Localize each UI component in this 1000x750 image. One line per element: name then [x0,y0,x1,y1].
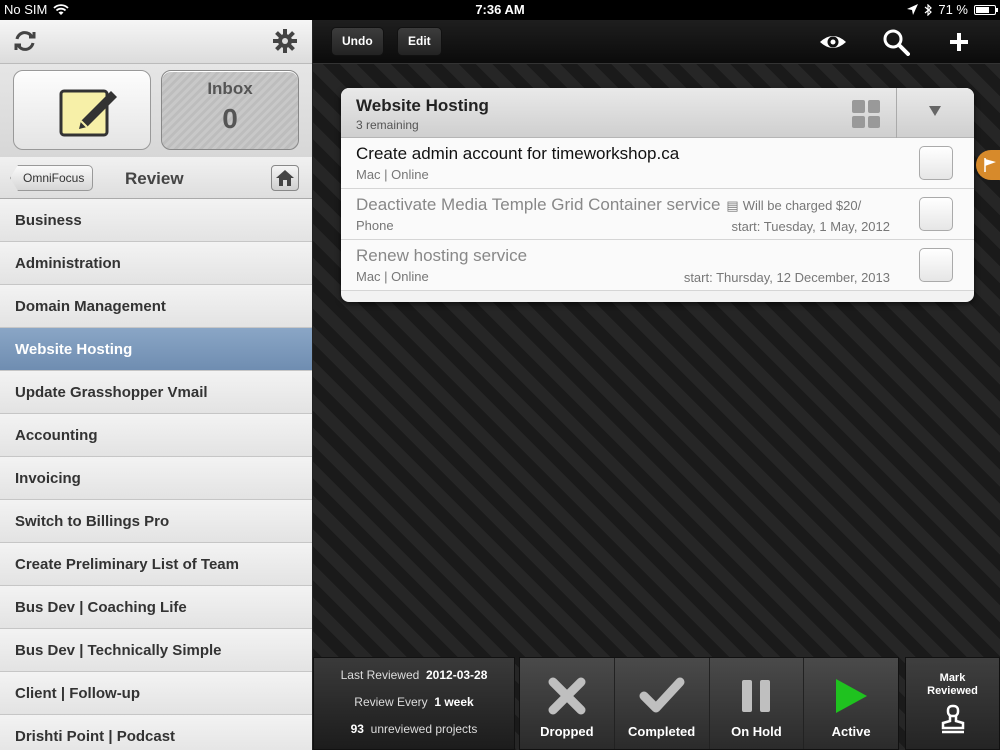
clock: 7:36 AM [475,2,525,17]
checkmark-icon [639,677,685,713]
play-icon [836,679,868,713]
completed-label: Completed [628,724,696,739]
sidebar-item[interactable]: Update Grasshopper Vmail [0,371,312,414]
task-note: Will be charged $20/ [742,198,862,213]
unreviewed-count: 93 [350,722,364,736]
sidebar-item[interactable]: Bus Dev | Coaching Life [0,586,312,629]
flag-icon [984,158,996,172]
task-context: Mac | Online [356,269,429,284]
dropped-button[interactable]: Dropped [520,658,615,749]
unreviewed-label: unreviewed projects [370,722,478,736]
note-icon: ▤ [726,198,739,213]
project-card: Website Hosting 3 remaining Create admin… [341,88,974,302]
sidebar-title: Review [125,169,184,188]
sidebar-item[interactable]: Administration [0,242,312,285]
chevron-down-icon[interactable] [929,106,941,116]
completed-button[interactable]: Completed [615,658,710,749]
battery-icon [974,4,998,15]
sidebar-navbar: OmniFocus Review [0,157,312,199]
task-start-date: start: Tuesday, 1 May, 2012 [731,219,891,234]
home-icon [276,170,294,186]
edit-button[interactable]: Edit [397,27,442,56]
mark-reviewed-line2: Reviewed [927,685,978,697]
inbox-label: Inbox [207,79,253,98]
project-list: Business Administration Domain Management W… [0,199,312,750]
pause-icon [742,680,771,712]
inbox-count: 0 [222,103,238,134]
task-start-date: start: Thursday, 12 December, 2013 [683,270,890,285]
gear-icon[interactable] [272,28,298,54]
flag-tab[interactable] [976,150,1000,180]
task-row[interactable]: Deactivate Media Temple Grid Container s… [341,189,974,240]
sidebar-item[interactable]: Create Preliminary List of Team [0,543,312,586]
sidebar-item[interactable]: Bus Dev | Technically Simple [0,629,312,672]
sidebar-item[interactable]: Accounting [0,414,312,457]
task-checkbox[interactable] [919,146,953,180]
sidebar-item[interactable]: Website Hosting [0,328,312,371]
undo-button[interactable]: Undo [331,27,384,56]
sidebar-item[interactable]: Invoicing [0,457,312,500]
task-checkbox[interactable] [919,248,953,282]
x-icon [548,677,586,715]
battery-percent: 71 % [938,2,968,17]
new-item-button[interactable] [13,70,151,150]
last-reviewed-value: 2012-03-28 [426,668,488,682]
review-info: Last Reviewed 2012-03-28 Review Every 1 … [313,657,515,750]
mark-reviewed-line1: Mark [939,672,966,684]
dropped-label: Dropped [540,724,594,739]
mark-reviewed-button[interactable]: Mark Reviewed [905,657,1000,750]
active-button[interactable]: Active [804,658,898,749]
sidebar-item[interactable]: Domain Management [0,285,312,328]
stamp-icon [941,704,965,734]
main-panel: Undo Edit Website Hosting 3 remaining Cr… [313,20,1000,750]
project-header[interactable]: Website Hosting 3 remaining [341,88,974,138]
on-hold-button[interactable]: On Hold [710,658,805,749]
remaining-count: 3 remaining [356,118,419,132]
on-hold-label: On Hold [731,724,782,739]
sidebar-item[interactable]: Switch to Billings Pro [0,500,312,543]
last-reviewed-label: Last Reviewed [340,668,420,682]
main-toolbar: Undo Edit [313,20,1000,64]
search-icon[interactable] [882,28,910,56]
inbox-button[interactable]: Inbox 0 [161,70,299,150]
sidebar: Inbox 0 OmniFocus Review Business Adminis… [0,20,313,750]
location-icon [907,4,919,15]
review-every-label: Review Every [354,695,428,709]
task-row[interactable]: Renew hosting service Mac | Online start: … [341,240,974,291]
task-row[interactable]: Create admin account for timeworkshop.ca… [341,138,974,189]
task-title: Create admin account for timeworkshop.ca [356,144,680,163]
sidebar-item[interactable]: Drishti Point | Podcast [0,715,312,750]
compose-icon [59,89,117,137]
bluetooth-icon [924,3,933,16]
sidebar-item[interactable]: Client | Follow-up [0,672,312,715]
task-context: Mac | Online [356,167,429,182]
sidebar-item[interactable]: Business [0,199,312,242]
grid-icon[interactable] [852,100,880,128]
eye-icon[interactable] [819,28,847,56]
project-status-group: Dropped Completed On Hold Active [519,657,899,750]
review-every-value[interactable]: 1 week [434,695,473,709]
sync-icon[interactable] [12,28,38,54]
task-list: Create admin account for timeworkshop.ca… [341,138,974,291]
task-checkbox[interactable] [919,197,953,231]
quick-entry-tiles: Inbox 0 [0,64,312,157]
sidebar-toolbar [0,20,312,64]
add-icon[interactable] [945,28,973,56]
task-title: Renew hosting service [356,246,528,265]
status-bar: No SIM 7:36 AM 71 % [0,0,1000,20]
task-title: Deactivate Media Temple Grid Container s… [356,195,721,214]
active-label: Active [831,724,871,739]
task-context: Phone [356,218,394,233]
home-button[interactable] [271,165,299,191]
back-button[interactable]: OmniFocus [10,165,94,191]
project-title: Website Hosting [356,96,489,115]
